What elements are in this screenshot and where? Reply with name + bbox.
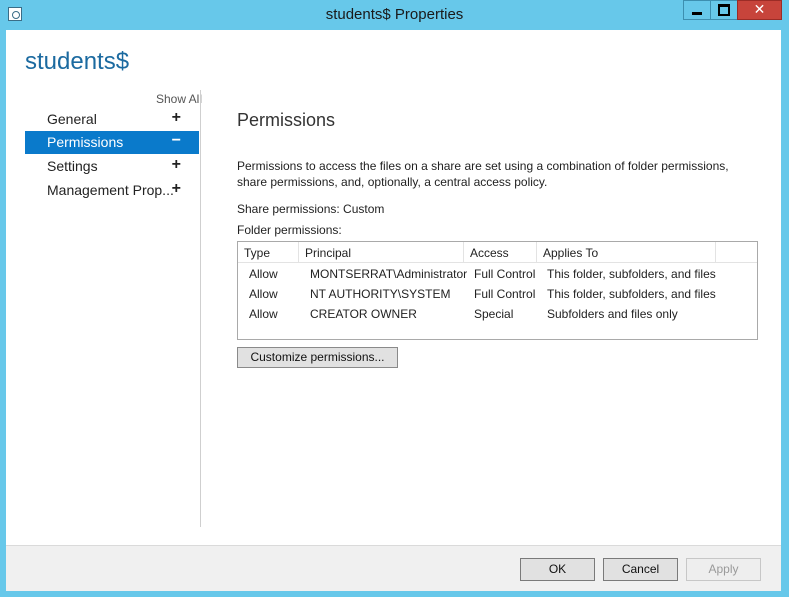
nav-item-permissions[interactable]: Permissions −	[25, 131, 199, 154]
cell-access: Full Control	[474, 267, 536, 281]
expand-icon[interactable]: +	[172, 109, 181, 127]
cell-type: Allow	[249, 307, 278, 321]
cell-applies-to: This folder, subfolders, and files	[547, 267, 716, 281]
apply-button[interactable]: Apply	[686, 558, 761, 581]
close-icon: ✕	[753, 2, 766, 18]
nav-item-settings[interactable]: Settings +	[25, 155, 199, 178]
column-header-access[interactable]: Access	[464, 242, 537, 262]
folder-permissions-list[interactable]: Type Principal Access Applies To Allow M…	[237, 241, 758, 340]
maximize-icon	[718, 4, 730, 16]
nav-item-label: General	[47, 111, 97, 127]
list-header: Type Principal Access Applies To	[238, 242, 757, 263]
window-title: students$ Properties	[325, 6, 464, 23]
customize-permissions-button[interactable]: Customize permissions...	[237, 347, 398, 368]
cancel-button[interactable]: Cancel	[603, 558, 678, 581]
column-header-applies-to[interactable]: Applies To	[537, 242, 716, 262]
table-row[interactable]: Allow NT AUTHORITY\SYSTEM Full Control T…	[238, 283, 757, 303]
nav-divider	[200, 90, 201, 527]
nav-item-label: Settings	[47, 158, 98, 174]
show-all-link[interactable]: Show All	[140, 92, 202, 106]
close-button[interactable]: ✕	[737, 0, 782, 20]
collapse-icon[interactable]: −	[172, 132, 181, 150]
cell-principal: CREATOR OWNER	[310, 307, 417, 321]
title-bar[interactable]: students$ Properties ✕	[0, 0, 789, 30]
expand-icon[interactable]: +	[172, 156, 181, 174]
column-header-principal[interactable]: Principal	[299, 242, 464, 262]
cell-access: Full Control	[474, 287, 536, 301]
maximize-button[interactable]	[710, 0, 738, 20]
nav-item-management-properties[interactable]: Management Prop... +	[25, 179, 199, 202]
minimize-button[interactable]	[683, 0, 711, 20]
ok-button[interactable]: OK	[520, 558, 595, 581]
client-area: students$ Show All General + Permissions…	[6, 30, 781, 545]
cell-applies-to: Subfolders and files only	[547, 307, 678, 321]
properties-window: students$ Properties ✕ students$ Show Al…	[0, 0, 789, 597]
cell-type: Allow	[249, 267, 278, 281]
cell-principal: NT AUTHORITY\SYSTEM	[310, 287, 451, 301]
column-header-type[interactable]: Type	[238, 242, 299, 262]
share-name-heading: students$	[25, 48, 130, 75]
cell-access: Special	[474, 307, 514, 321]
section-title: Permissions	[237, 110, 336, 130]
nav-item-general[interactable]: General +	[25, 108, 199, 131]
cell-applies-to: This folder, subfolders, and files	[547, 287, 716, 301]
folder-permissions-label: Folder permissions:	[237, 223, 342, 237]
cell-principal: MONTSERRAT\Administrator	[310, 267, 468, 281]
minimize-icon	[692, 11, 702, 15]
nav-item-label: Permissions	[47, 134, 124, 150]
cell-type: Allow	[249, 287, 278, 301]
expand-icon[interactable]: +	[172, 180, 181, 198]
column-header-filler	[716, 242, 757, 262]
nav-item-label: Management Prop...	[47, 182, 174, 198]
share-permissions-text: Share permissions: Custom	[237, 202, 385, 216]
permissions-description: Permissions to access the files on a sha…	[237, 159, 729, 189]
table-row[interactable]: Allow MONTSERRAT\Administrator Full Cont…	[238, 263, 757, 283]
table-row[interactable]: Allow CREATOR OWNER Special Subfolders a…	[238, 303, 757, 323]
dialog-footer: OK Cancel Apply	[6, 545, 781, 591]
